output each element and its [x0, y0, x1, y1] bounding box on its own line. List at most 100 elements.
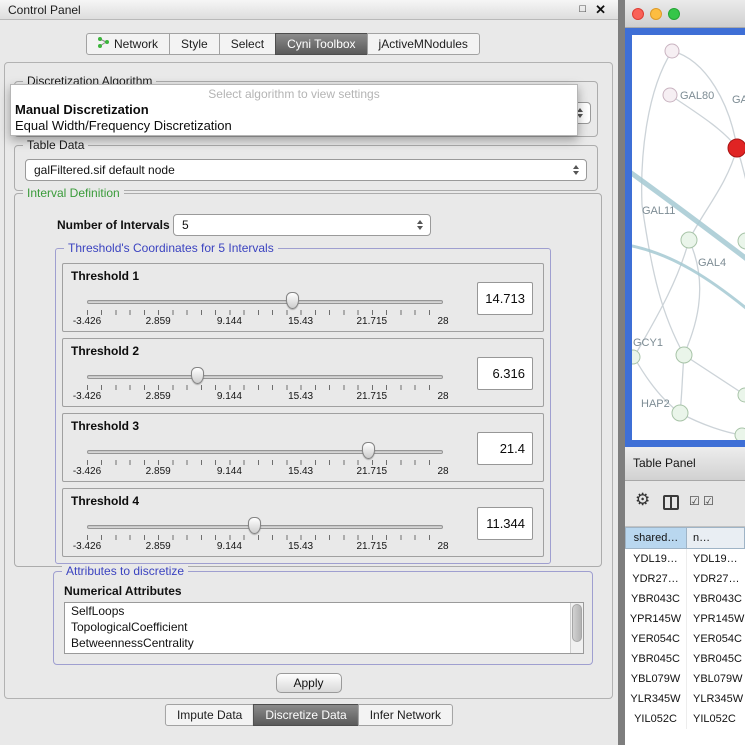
table-row[interactable]: YLR345WYLR345W: [625, 689, 745, 709]
table-row[interactable]: YBL079WYBL079W: [625, 669, 745, 689]
tab-select[interactable]: Select: [219, 33, 276, 55]
threshold-value-field[interactable]: 11.344: [477, 507, 533, 540]
slider-track[interactable]: [87, 300, 443, 304]
table-cell[interactable]: YBR043C: [687, 589, 745, 609]
apply-button[interactable]: Apply: [276, 673, 342, 693]
table-cell[interactable]: YIL052C: [687, 709, 745, 729]
table-cell[interactable]: YLR345W: [687, 689, 745, 709]
table-cell[interactable]: YLR345W: [625, 689, 687, 709]
close-icon[interactable]: ✕: [595, 2, 606, 18]
table-row[interactable]: YDL19…YDL19…: [625, 549, 745, 569]
attribute-list-item[interactable]: BetweennessCentrality: [65, 635, 583, 651]
popup-option-equal-width-frequency[interactable]: Equal Width/Frequency Discretization: [11, 118, 577, 134]
node-label: GA: [732, 94, 745, 106]
columns-icon[interactable]: [663, 495, 679, 510]
table-cell[interactable]: YPR145W: [687, 609, 745, 629]
list-scrollbar[interactable]: [570, 603, 583, 653]
scale-label: -3.426: [73, 391, 101, 402]
column-header-name[interactable]: n…: [687, 527, 745, 549]
table-cell[interactable]: YDL19…: [625, 549, 687, 569]
tab-network[interactable]: Network: [86, 33, 170, 55]
combo-value: galFiltered.sif default node: [34, 163, 175, 177]
bottom-tab-bar: Impute Data Discretize Data Infer Networ…: [165, 704, 453, 726]
table-cell[interactable]: YBL079W: [687, 669, 745, 689]
table-cell[interactable]: YDR27…: [625, 569, 687, 589]
network-view-window: GAL80 GA GAL11 GAL4 GCY1 HAP2 Table Pane…: [625, 0, 745, 745]
network-node[interactable]: [738, 388, 745, 402]
table-cell[interactable]: YER054C: [625, 629, 687, 649]
checkbox-icon[interactable]: ☑: [703, 495, 714, 507]
network-node-red[interactable]: [728, 139, 745, 157]
slider-thumb[interactable]: [362, 442, 375, 459]
slider-track[interactable]: [87, 525, 443, 529]
scale-label: 15.43: [288, 541, 313, 552]
popup-option-manual-discretization[interactable]: Manual Discretization: [11, 102, 577, 118]
slider-thumb[interactable]: [248, 517, 261, 534]
threshold-list: Threshold 1 -3.4262.8599.14415.4321.7152…: [62, 263, 544, 557]
network-node[interactable]: [738, 233, 745, 249]
tab-impute-data[interactable]: Impute Data: [165, 704, 254, 726]
table-row[interactable]: YBR045CYBR045C: [625, 649, 745, 669]
threshold-slider: -3.4262.8599.14415.4321.71528: [87, 513, 443, 555]
network-canvas[interactable]: GAL80 GA GAL11 GAL4 GCY1 HAP2: [632, 35, 745, 440]
attribute-list-item[interactable]: SelfLoops: [65, 603, 583, 619]
table-row[interactable]: YDR27…YDR27…: [625, 569, 745, 589]
table-cell[interactable]: YPR145W: [625, 609, 687, 629]
table-row[interactable]: YER054CYER054C: [625, 629, 745, 649]
tab-discretize-data[interactable]: Discretize Data: [253, 704, 358, 726]
scale-label: 9.144: [217, 541, 242, 552]
checkbox-icon[interactable]: ☑: [689, 495, 700, 507]
node-table-body: YDL19…YDL19…YDR27…YDR27…YBR043CYBR043CYP…: [625, 549, 745, 729]
column-header-shared-name[interactable]: shared…: [625, 527, 687, 549]
table-cell[interactable]: YIL052C: [625, 709, 687, 729]
mac-minimize-button[interactable]: [650, 8, 662, 20]
interval-definition-group: Interval Definition Number of Intervals …: [14, 193, 602, 567]
table-cell[interactable]: YDR27…: [687, 569, 745, 589]
attribute-list-item[interactable]: TopologicalCoefficient: [65, 619, 583, 635]
threshold-value-field[interactable]: 6.316: [477, 357, 533, 390]
slider-scale: -3.4262.8599.14415.4321.71528: [87, 316, 443, 328]
tab-infer-network[interactable]: Infer Network: [358, 704, 453, 726]
slider-thumb[interactable]: [191, 367, 204, 384]
network-node[interactable]: [665, 44, 679, 58]
table-row[interactable]: YBR043CYBR043C: [625, 589, 745, 609]
scale-label: 21.715: [357, 541, 388, 552]
popup-placeholder: Select algorithm to view settings: [11, 86, 577, 102]
network-node[interactable]: [676, 347, 692, 363]
number-of-intervals-combobox[interactable]: 5: [173, 214, 431, 236]
slider-thumb[interactable]: [286, 292, 299, 309]
table-cell[interactable]: YBR043C: [625, 589, 687, 609]
network-node[interactable]: [681, 232, 697, 248]
threshold-value-field[interactable]: 14.713: [477, 282, 533, 315]
table-row[interactable]: YIL052CYIL052C: [625, 709, 745, 729]
scale-label: 15.43: [288, 391, 313, 402]
float-window-icon[interactable]: □: [579, 3, 586, 15]
network-node[interactable]: [632, 350, 640, 364]
table-cell[interactable]: YER054C: [687, 629, 745, 649]
threshold-value-field[interactable]: 21.4: [477, 432, 533, 465]
node-attribute-table: shared… n… YDL19…YDL19…YDR27…YDR27…YBR04…: [625, 527, 745, 745]
tab-jactivemnodules[interactable]: jActiveMNodules: [367, 33, 480, 55]
slider-track[interactable]: [87, 450, 443, 454]
tab-cyni-toolbox[interactable]: Cyni Toolbox: [275, 33, 367, 55]
gear-icon[interactable]: ⚙: [635, 491, 650, 508]
scale-label: 2.859: [146, 466, 171, 477]
network-node[interactable]: [672, 405, 688, 421]
table-cell[interactable]: YDL19…: [687, 549, 745, 569]
slider-track[interactable]: [87, 375, 443, 379]
scale-label: 2.859: [146, 316, 171, 327]
mac-close-button[interactable]: [632, 8, 644, 20]
table-row[interactable]: YPR145WYPR145W: [625, 609, 745, 629]
table-cell[interactable]: YBR045C: [625, 649, 687, 669]
numerical-attributes-list[interactable]: SelfLoopsTopologicalCoefficientBetweenne…: [64, 602, 584, 654]
scrollbar-thumb[interactable]: [572, 604, 582, 642]
tab-style[interactable]: Style: [169, 33, 220, 55]
table-data-combobox[interactable]: galFiltered.sif default node: [25, 159, 587, 181]
mac-zoom-button[interactable]: [668, 8, 680, 20]
network-node[interactable]: [735, 428, 745, 440]
table-cell[interactable]: YBL079W: [625, 669, 687, 689]
control-panel-titlebar: Control Panel □ ✕: [0, 0, 618, 20]
table-cell[interactable]: YBR045C: [687, 649, 745, 669]
network-node[interactable]: [663, 88, 677, 102]
network-focus-frame: GAL80 GA GAL11 GAL4 GCY1 HAP2: [625, 28, 745, 447]
